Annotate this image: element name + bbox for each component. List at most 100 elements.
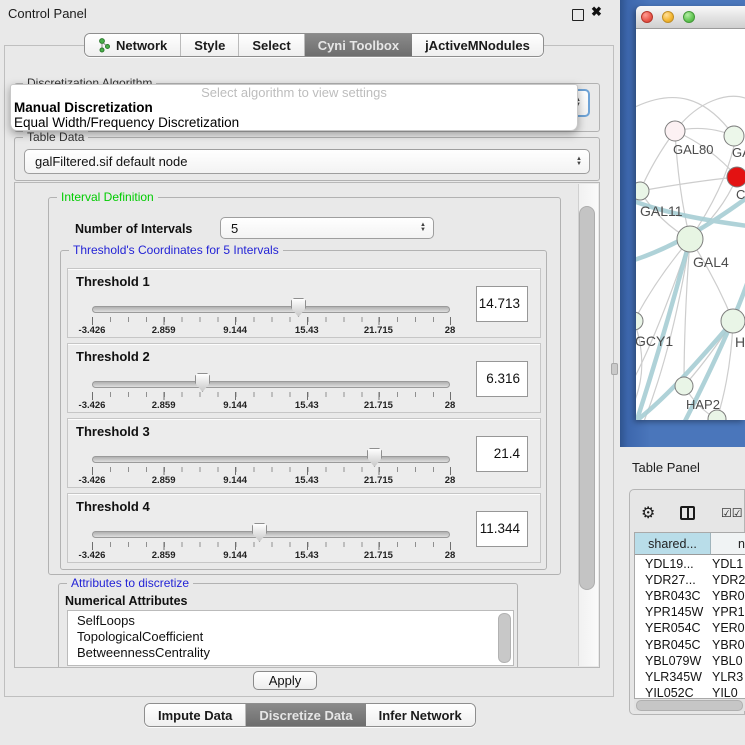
close-icon[interactable]: ✖	[591, 4, 602, 20]
threshold-4-slider-track[interactable]	[92, 531, 450, 538]
list-item[interactable]: SelfLoops	[68, 611, 513, 629]
threshold-1-slider-track[interactable]	[92, 306, 450, 313]
label-hap2: HAP2	[686, 397, 720, 412]
node-gal4[interactable]	[677, 226, 703, 252]
scale-label: 2.859	[152, 325, 176, 336]
network-window-titlebar[interactable]	[636, 6, 745, 29]
interval-definition-title: Interval Definition	[57, 190, 158, 204]
tab-infer-network[interactable]: Infer Network	[366, 704, 475, 726]
number-of-intervals-label: Number of Intervals	[75, 222, 192, 236]
algorithm-dropdown-popup: Select algorithm to view settings Manual…	[10, 84, 578, 131]
threshold-1-slider-thumb[interactable]	[291, 298, 306, 317]
table-row[interactable]: YBR045CYBR0	[635, 638, 745, 654]
threshold-3-slider-track[interactable]	[92, 456, 450, 463]
tick-marks-major	[92, 542, 451, 550]
node-attribute-table: shared... n YDL19...YDL1 YDR27...YDR2 YB…	[634, 532, 745, 699]
attributes-group-title: Attributes to discretize	[67, 576, 193, 590]
tab-select-label: Select	[252, 38, 290, 53]
column-header-name[interactable]: n	[711, 533, 745, 555]
tab-cyni-toolbox-label: Cyni Toolbox	[318, 38, 399, 53]
scale-label: -3.426	[79, 325, 106, 336]
node-red-selected[interactable]	[727, 167, 745, 187]
node-h[interactable]	[721, 309, 745, 333]
table-row[interactable]: YPR145WYPR1	[635, 605, 745, 621]
minimize-traffic-light-icon[interactable]	[662, 11, 674, 23]
dropdown-option-equal-width[interactable]: Equal Width/Frequency Discretization	[11, 115, 577, 130]
table-horizontal-scrollbar-thumb[interactable]	[636, 700, 743, 711]
zoom-traffic-light-icon[interactable]	[683, 11, 695, 23]
tab-impute-data[interactable]: Impute Data	[145, 704, 246, 726]
settings-scrollpane: Interval Definition Number of Intervals …	[14, 182, 600, 668]
tab-style[interactable]: Style	[181, 34, 239, 56]
tab-select[interactable]: Select	[239, 34, 304, 56]
tab-impute-data-label: Impute Data	[158, 708, 232, 723]
table-data-combobox[interactable]: galFiltered.sif default node ▲▼	[24, 149, 590, 174]
tab-jactivemnodules[interactable]: jActiveMNodules	[412, 34, 543, 56]
column-view-icon[interactable]	[680, 506, 695, 520]
threshold-2-slider-track[interactable]	[92, 381, 450, 388]
threshold-2-value-field[interactable]: 6.316	[476, 361, 528, 397]
node-hap2[interactable]	[675, 377, 693, 395]
tick-marks-major	[92, 467, 451, 475]
threshold-3-value-field[interactable]: 21.4	[476, 436, 528, 472]
threshold-4-slider-thumb[interactable]	[252, 523, 267, 542]
checkbox-columns-icon[interactable]: ☑☑	[721, 506, 743, 520]
scale-label: 21.715	[364, 325, 393, 336]
settings-scrollbar-thumb[interactable]	[579, 206, 595, 590]
list-item[interactable]: TopologicalCoefficient	[68, 629, 513, 645]
dropdown-hint: Select algorithm to view settings	[11, 85, 577, 100]
node-gcy1[interactable]	[636, 312, 643, 330]
table-row[interactable]: YLR345WYLR3	[635, 670, 745, 686]
node-gal11[interactable]	[636, 182, 649, 200]
node-gal80[interactable]	[665, 121, 685, 141]
threshold-3-slider-thumb[interactable]	[367, 448, 382, 467]
numerical-attributes-list[interactable]: SelfLoops TopologicalCoefficient Between…	[67, 610, 514, 666]
label-gcy1: GCY1	[636, 333, 673, 349]
tab-discretize-data-label: Discretize Data	[259, 708, 352, 723]
threshold-2-slider-thumb[interactable]	[195, 373, 210, 392]
number-of-intervals-combobox[interactable]: 5 ▲▼	[220, 217, 434, 239]
label-gal4: GAL4	[693, 254, 729, 270]
table-row[interactable]: YER054CYER0	[635, 621, 745, 637]
scale-label: -3.426	[79, 475, 106, 486]
tab-network[interactable]: Network	[85, 34, 181, 56]
scale-label: 2.859	[152, 550, 176, 561]
table-data-group-title: Table Data	[23, 130, 88, 144]
attributes-group: Attributes to discretize Numerical Attri…	[58, 583, 518, 668]
apply-button[interactable]: Apply	[253, 671, 317, 690]
table-header-row: shared... n	[635, 533, 745, 555]
interval-definition-group: Interval Definition Number of Intervals …	[48, 197, 561, 575]
scale-label: 28	[445, 325, 456, 336]
table-row[interactable]: YBL079WYBL0	[635, 654, 745, 670]
settings-scrollbar-track[interactable]	[578, 184, 598, 666]
threshold-1-value-field[interactable]: 14.713	[476, 286, 528, 322]
column-header-shared[interactable]: shared...	[635, 533, 711, 555]
table-row[interactable]: YDL19...YDL1	[635, 557, 745, 573]
close-traffic-light-icon[interactable]	[641, 11, 653, 23]
table-data-value: galFiltered.sif default node	[35, 154, 187, 169]
float-window-icon[interactable]	[572, 9, 584, 21]
node-top-right[interactable]	[724, 126, 744, 146]
scale-label: 2.859	[152, 400, 176, 411]
tab-discretize-data[interactable]: Discretize Data	[246, 704, 365, 726]
scale-label: 21.715	[364, 475, 393, 486]
list-scrollbar[interactable]	[498, 613, 511, 663]
threshold-4-value-field[interactable]: 11.344	[476, 511, 528, 547]
dropdown-option-manual-discretization[interactable]: Manual Discretization	[11, 100, 577, 115]
tab-cyni-toolbox[interactable]: Cyni Toolbox	[305, 34, 412, 56]
thresholds-group: Threshold's Coordinates for 5 Intervals …	[60, 250, 547, 570]
list-item[interactable]: BetweennessCentrality	[68, 645, 513, 661]
scale-label: 15.43	[295, 475, 319, 486]
gear-icon[interactable]: ⚙	[641, 503, 655, 523]
table-row[interactable]: YIL052CYIL0	[635, 686, 745, 699]
label-c-partial: C	[736, 187, 745, 202]
network-canvas[interactable]: GAL80 GA C GAL11 GAL4 GCY1 H HAP2	[636, 29, 745, 420]
split-divider-grip[interactable]	[611, 363, 618, 375]
table-horizontal-scrollbar[interactable]	[634, 699, 745, 711]
threshold-2-label: Threshold 2	[76, 349, 150, 364]
threshold-3-label: Threshold 3	[76, 424, 150, 439]
table-row[interactable]: YDR27...YDR2	[635, 573, 745, 589]
numerical-attributes-label: Numerical Attributes	[65, 594, 187, 608]
table-row[interactable]: YBR043CYBR0	[635, 589, 745, 605]
threshold-3-panel: Threshold 3 -3.426 2.859 9.144 15.43 21.…	[67, 418, 541, 488]
